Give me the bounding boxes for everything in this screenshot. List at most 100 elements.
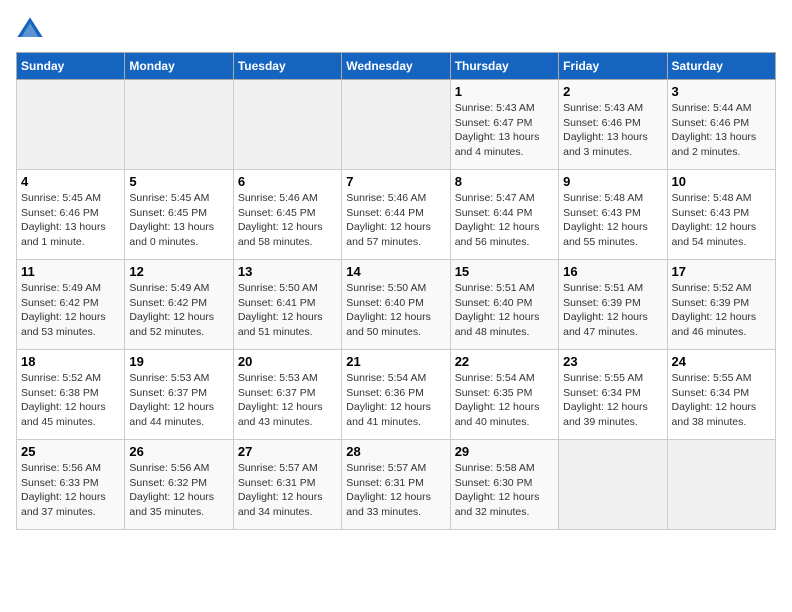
calendar-week-row: 1 Sunrise: 5:43 AM Sunset: 6:47 PM Daylig… (17, 80, 776, 170)
day-number: 23 (563, 354, 662, 369)
calendar-day-cell: 11Sunrise: 5:49 AM Sunset: 6:42 PM Dayli… (17, 260, 125, 350)
day-number: 25 (21, 444, 120, 459)
day-number: 14 (346, 264, 445, 279)
day-number: 19 (129, 354, 228, 369)
day-info: Sunrise: 5:51 AM Sunset: 6:39 PM Dayligh… (563, 281, 662, 340)
day-number: 8 (455, 174, 554, 189)
calendar-week-row: 11 Sunrise: 5:49 AM Sunset: 6:42 PM Dayli… (17, 260, 776, 350)
day-number: 24 (672, 354, 771, 369)
day-info: Sunrise: 5:49 AM Sunset: 6:42 PM Dayligh… (129, 281, 228, 340)
day-number: 9 (563, 174, 662, 189)
day-info: Sunrise: 5:45 AM Sunset: 6:45 PM Dayligh… (129, 191, 228, 250)
calendar-day-cell: 6 Sunrise: 5:46 AM Sunset: 6:45 PM Daylig… (233, 170, 341, 260)
day-number: 22 (455, 354, 554, 369)
days-of-week-row: SundayMondayTuesdayWednesdayThursdayFrid… (17, 53, 776, 80)
day-number: 18 (21, 354, 120, 369)
calendar-day-cell: 26 Sunrise: 5:56 AM Sunset: 6:32 PM Dayli… (125, 440, 233, 530)
day-info: Sunrise: 5:46 AM Sunset: 6:44 PM Dayligh… (346, 191, 445, 250)
day-info: Sunrise: 5:52 AM Sunset: 6:38 PM Dayligh… (21, 371, 120, 430)
logo-icon (16, 16, 44, 44)
day-info: Sunrise: 5:56 AM Sunset: 6:33 PM Dayligh… (21, 461, 120, 520)
day-number: 2 (563, 84, 662, 99)
day-number: 5 (129, 174, 228, 189)
calendar-day-cell: 1 Sunrise: 5:43 AM Sunset: 6:47 PM Daylig… (450, 80, 558, 170)
day-number: 21 (346, 354, 445, 369)
logo (16, 16, 48, 44)
day-info: Sunrise: 5:46 AM Sunset: 6:45 PM Dayligh… (238, 191, 337, 250)
calendar-day-cell: 4 Sunrise: 5:45 AM Sunset: 6:46 PM Daylig… (17, 170, 125, 260)
day-number: 26 (129, 444, 228, 459)
calendar-day-cell: 9 Sunrise: 5:48 AM Sunset: 6:43 PM Daylig… (559, 170, 667, 260)
day-of-week-header: Thursday (450, 53, 558, 80)
calendar-day-cell: 12 Sunrise: 5:49 AM Sunset: 6:42 PM Dayli… (125, 260, 233, 350)
day-info: Sunrise: 5:47 AM Sunset: 6:44 PM Dayligh… (455, 191, 554, 250)
calendar-day-cell: 22 Sunrise: 5:54 AM Sunset: 6:35 PM Dayli… (450, 350, 558, 440)
day-info: Sunrise: 5:52 AM Sunset: 6:39 PM Dayligh… (672, 281, 771, 340)
calendar-day-cell: 3 Sunrise: 5:44 AM Sunset: 6:46 PM Daylig… (667, 80, 775, 170)
day-number: 1 (455, 84, 554, 99)
day-of-week-header: Sunday (17, 53, 125, 80)
calendar-week-row: 4 Sunrise: 5:45 AM Sunset: 6:46 PM Daylig… (17, 170, 776, 260)
calendar-day-cell: 27 Sunrise: 5:57 AM Sunset: 6:31 PM Dayli… (233, 440, 341, 530)
day-info: Sunrise: 5:53 AM Sunset: 6:37 PM Dayligh… (129, 371, 228, 430)
day-info: Sunrise: 5:43 AM Sunset: 6:46 PM Dayligh… (563, 101, 662, 160)
day-of-week-header: Wednesday (342, 53, 450, 80)
day-number: 13 (238, 264, 337, 279)
calendar-day-cell: 7 Sunrise: 5:46 AM Sunset: 6:44 PM Daylig… (342, 170, 450, 260)
calendar-day-cell (559, 440, 667, 530)
day-info: Sunrise: 5:53 AM Sunset: 6:37 PM Dayligh… (238, 371, 337, 430)
calendar-table: SundayMondayTuesdayWednesdayThursdayFrid… (16, 52, 776, 530)
day-info: Sunrise: 5:54 AM Sunset: 6:35 PM Dayligh… (455, 371, 554, 430)
day-info: Sunrise: 5:51 AM Sunset: 6:40 PM Dayligh… (455, 281, 554, 340)
day-number: 28 (346, 444, 445, 459)
calendar-day-cell (342, 80, 450, 170)
calendar-day-cell: 25 Sunrise: 5:56 AM Sunset: 6:33 PM Dayli… (17, 440, 125, 530)
calendar-day-cell: 2 Sunrise: 5:43 AM Sunset: 6:46 PM Daylig… (559, 80, 667, 170)
day-number: 7 (346, 174, 445, 189)
day-info: Sunrise: 5:48 AM Sunset: 6:43 PM Dayligh… (563, 191, 662, 250)
calendar-day-cell: 5 Sunrise: 5:45 AM Sunset: 6:45 PM Daylig… (125, 170, 233, 260)
calendar-day-cell: 28 Sunrise: 5:57 AM Sunset: 6:31 PM Dayli… (342, 440, 450, 530)
day-of-week-header: Monday (125, 53, 233, 80)
day-info: Sunrise: 5:54 AM Sunset: 6:36 PM Dayligh… (346, 371, 445, 430)
calendar-day-cell: 20 Sunrise: 5:53 AM Sunset: 6:37 PM Dayli… (233, 350, 341, 440)
calendar-week-row: 25 Sunrise: 5:56 AM Sunset: 6:33 PM Dayli… (17, 440, 776, 530)
calendar-day-cell: 10Sunrise: 5:48 AM Sunset: 6:43 PM Dayli… (667, 170, 775, 260)
day-number: 20 (238, 354, 337, 369)
day-number: 12 (129, 264, 228, 279)
day-info: Sunrise: 5:55 AM Sunset: 6:34 PM Dayligh… (563, 371, 662, 430)
day-info: Sunrise: 5:44 AM Sunset: 6:46 PM Dayligh… (672, 101, 771, 160)
calendar-day-cell: 16 Sunrise: 5:51 AM Sunset: 6:39 PM Dayli… (559, 260, 667, 350)
calendar-day-cell (125, 80, 233, 170)
calendar-day-cell: 17 Sunrise: 5:52 AM Sunset: 6:39 PM Dayli… (667, 260, 775, 350)
day-info: Sunrise: 5:45 AM Sunset: 6:46 PM Dayligh… (21, 191, 120, 250)
day-info: Sunrise: 5:56 AM Sunset: 6:32 PM Dayligh… (129, 461, 228, 520)
day-info: Sunrise: 5:57 AM Sunset: 6:31 PM Dayligh… (238, 461, 337, 520)
calendar-day-cell: 29Sunrise: 5:58 AM Sunset: 6:30 PM Dayli… (450, 440, 558, 530)
day-number: 16 (563, 264, 662, 279)
day-of-week-header: Saturday (667, 53, 775, 80)
day-number: 11 (21, 264, 120, 279)
day-of-week-header: Tuesday (233, 53, 341, 80)
day-number: 3 (672, 84, 771, 99)
day-info: Sunrise: 5:57 AM Sunset: 6:31 PM Dayligh… (346, 461, 445, 520)
day-number: 17 (672, 264, 771, 279)
calendar-day-cell: 13Sunrise: 5:50 AM Sunset: 6:41 PM Dayli… (233, 260, 341, 350)
calendar-day-cell: 21 Sunrise: 5:54 AM Sunset: 6:36 PM Dayli… (342, 350, 450, 440)
day-info: Sunrise: 5:55 AM Sunset: 6:34 PM Dayligh… (672, 371, 771, 430)
day-number: 15 (455, 264, 554, 279)
calendar-day-cell: 14 Sunrise: 5:50 AM Sunset: 6:40 PM Dayli… (342, 260, 450, 350)
calendar-day-cell: 19 Sunrise: 5:53 AM Sunset: 6:37 PM Dayli… (125, 350, 233, 440)
calendar-day-cell: 18 Sunrise: 5:52 AM Sunset: 6:38 PM Dayli… (17, 350, 125, 440)
calendar-header: SundayMondayTuesdayWednesdayThursdayFrid… (17, 53, 776, 80)
day-number: 4 (21, 174, 120, 189)
calendar-day-cell: 8 Sunrise: 5:47 AM Sunset: 6:44 PM Daylig… (450, 170, 558, 260)
day-number: 6 (238, 174, 337, 189)
day-info: Sunrise: 5:50 AM Sunset: 6:40 PM Dayligh… (346, 281, 445, 340)
day-number: 27 (238, 444, 337, 459)
calendar-day-cell (233, 80, 341, 170)
day-info: Sunrise: 5:58 AM Sunset: 6:30 PM Dayligh… (455, 461, 554, 520)
calendar-day-cell: 24 Sunrise: 5:55 AM Sunset: 6:34 PM Dayli… (667, 350, 775, 440)
day-info: Sunrise: 5:43 AM Sunset: 6:47 PM Dayligh… (455, 101, 554, 160)
calendar-day-cell: 23 Sunrise: 5:55 AM Sunset: 6:34 PM Dayli… (559, 350, 667, 440)
